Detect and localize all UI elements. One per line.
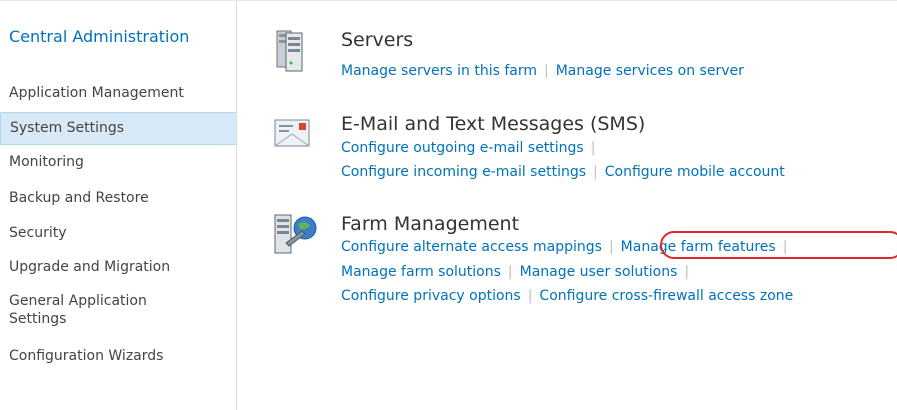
sidebar-item-security[interactable]: Security — [0, 224, 236, 242]
left-navigation: Central Administration Application Manag… — [0, 1, 237, 410]
email-links-line-1: Configure outgoing e-mail settings | — [341, 139, 602, 157]
sidebar-item-configuration-wizards[interactable]: Configuration Wizards — [0, 347, 236, 365]
sidebar-item-system-settings[interactable]: System Settings — [0, 112, 236, 145]
link-separator: | — [527, 288, 533, 304]
manage-user-solutions-link[interactable]: Manage user solutions — [520, 264, 678, 280]
farm-management-heading: Farm Management — [341, 213, 520, 235]
sidebar-item-monitoring[interactable]: Monitoring — [0, 153, 236, 171]
sidebar-item-upgrade-and-migration[interactable]: Upgrade and Migration — [0, 258, 236, 276]
sidebar-item-application-management[interactable]: Application Management — [0, 84, 236, 102]
link-separator: | — [590, 140, 596, 156]
sidebar-item-backup-and-restore[interactable]: Backup and Restore — [0, 189, 236, 207]
farm-links-line-2: Manage farm solutions | Manage user soluti… — [341, 263, 696, 281]
link-separator: | — [684, 264, 690, 280]
manage-services-link[interactable]: Manage services on server — [556, 63, 744, 79]
configure-outgoing-email-link[interactable]: Configure outgoing e-mail settings — [341, 140, 584, 156]
configure-alternate-access-mappings-link[interactable]: Configure alternate access mappings — [341, 239, 602, 255]
email-links-line-2: Configure incoming e-mail settings | Confi… — [341, 163, 785, 181]
link-separator: | — [608, 239, 614, 255]
manage-farm-features-highlight-ring — [660, 231, 897, 259]
configure-mobile-account-link[interactable]: Configure mobile account — [605, 164, 785, 180]
manage-farm-solutions-link[interactable]: Manage farm solutions — [341, 264, 501, 280]
server-icon — [272, 29, 316, 73]
link-separator: | — [507, 264, 513, 280]
email-envelope-icon — [272, 117, 316, 161]
manage-servers-link[interactable]: Manage servers in this farm — [341, 63, 537, 79]
servers-heading: Servers — [341, 29, 414, 51]
central-administration-link[interactable]: Central Administration — [9, 27, 229, 47]
servers-links: Manage servers in this farm | Manage servi… — [341, 62, 744, 80]
link-separator: | — [544, 63, 549, 79]
sidebar-item-general-application-settings[interactable]: General Application Settings — [0, 292, 200, 328]
configure-incoming-email-link[interactable]: Configure incoming e-mail settings — [341, 164, 586, 180]
link-separator: | — [593, 164, 598, 180]
farm-management-icon — [272, 211, 317, 255]
configure-privacy-options-link[interactable]: Configure privacy options — [341, 288, 521, 304]
configure-cross-firewall-access-zone-link[interactable]: Configure cross-firewall access zone — [539, 288, 793, 304]
farm-links-line-3: Configure privacy options | Configure cros… — [341, 287, 793, 305]
email-sms-heading: E-Mail and Text Messages (SMS) — [341, 113, 646, 135]
